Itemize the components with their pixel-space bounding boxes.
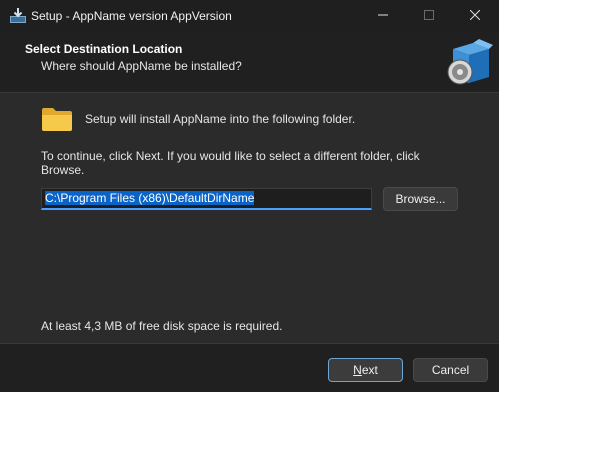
cancel-label: Cancel xyxy=(431,363,470,377)
next-button[interactable]: Next xyxy=(328,358,403,382)
close-icon xyxy=(469,9,481,23)
browse-label: Browse... xyxy=(395,192,446,206)
intro-text: Setup will install AppName into the foll… xyxy=(85,112,356,126)
setup-window: Setup - AppName version AppVersion Selec… xyxy=(0,0,499,392)
setup-app-icon xyxy=(9,7,27,25)
page-title: Select Destination Location xyxy=(25,42,183,56)
wizard-header: Select Destination Location Where should… xyxy=(0,32,499,93)
next-accelerator: N xyxy=(353,363,362,377)
disk-space-text: At least 4,3 MB of free disk space is re… xyxy=(41,319,283,333)
destination-path-value: C:\Program Files (x86)\DefaultDirName xyxy=(45,191,255,205)
close-button[interactable] xyxy=(452,0,498,32)
next-label-rest: ext xyxy=(361,363,378,377)
cancel-button[interactable]: Cancel xyxy=(413,358,488,382)
next-label: Next xyxy=(353,363,378,377)
installer-box-icon xyxy=(443,37,493,87)
minimize-button[interactable] xyxy=(360,0,406,32)
maximize-icon xyxy=(424,9,434,23)
browse-button[interactable]: Browse... xyxy=(383,187,458,211)
continue-instructions: To continue, click Next. If you would li… xyxy=(41,149,420,177)
folder-icon xyxy=(41,106,73,132)
page-subtitle: Where should AppName be installed? xyxy=(41,59,242,73)
minimize-icon xyxy=(378,9,388,23)
maximize-button[interactable] xyxy=(406,0,452,32)
window-title: Setup - AppName version AppVersion xyxy=(31,9,232,23)
title-bar[interactable]: Setup - AppName version AppVersion xyxy=(0,0,499,32)
destination-path-input[interactable]: C:\Program Files (x86)\DefaultDirName xyxy=(41,188,372,210)
wizard-footer: Next Cancel xyxy=(0,343,499,392)
